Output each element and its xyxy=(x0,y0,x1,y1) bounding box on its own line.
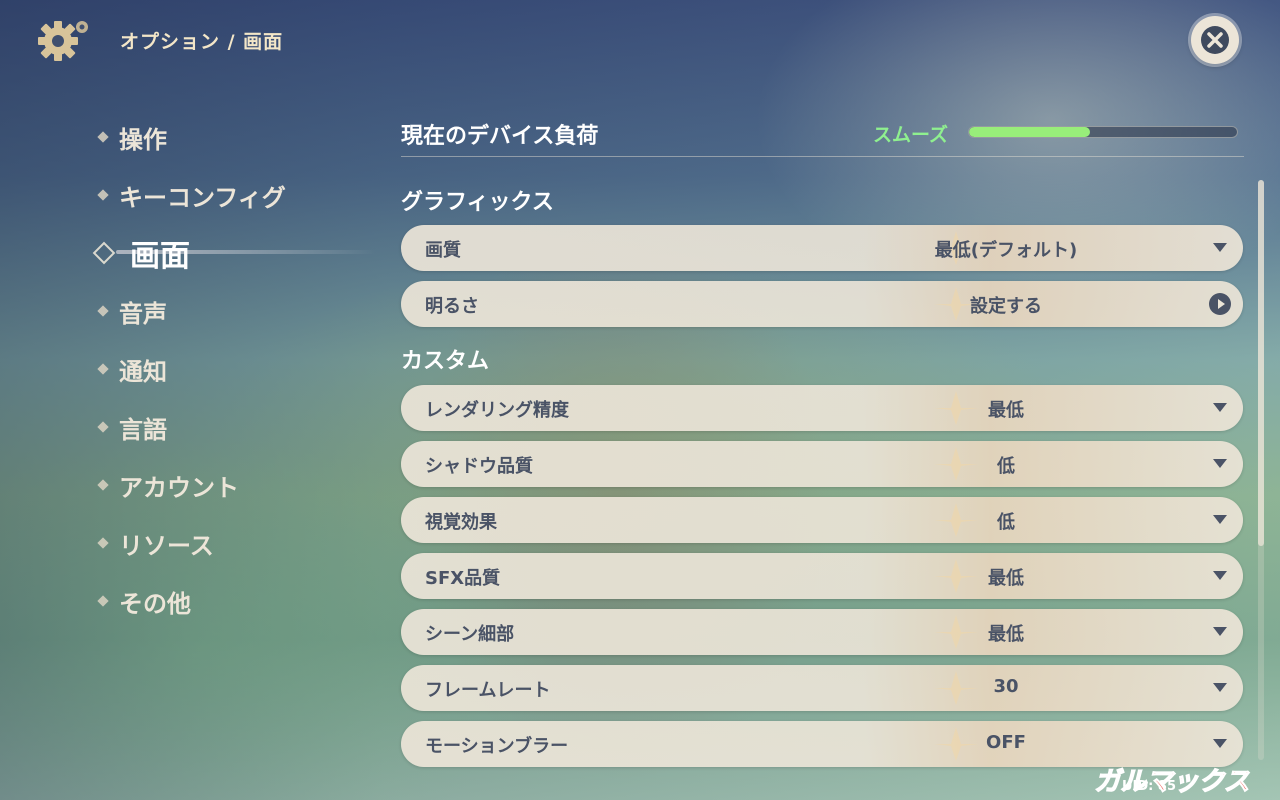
setting-value: 設定する xyxy=(970,296,1042,317)
nav-item-display[interactable]: 画面 xyxy=(92,224,376,282)
nav-item-label: 通知 xyxy=(119,357,167,386)
nav-item-label: その他 xyxy=(119,589,191,618)
setting-label: モーションブラー xyxy=(425,736,569,757)
setting-value: 最低 xyxy=(988,400,1024,421)
setting-value: 最低 xyxy=(988,568,1024,589)
setting-value: 低 xyxy=(997,456,1015,477)
setting-value: 最低(デフォルト) xyxy=(934,240,1078,261)
nav-item-account[interactable]: アカウント xyxy=(96,456,286,514)
scrollbar[interactable] xyxy=(1258,180,1264,760)
setting-label: レンダリング精度 xyxy=(425,400,569,421)
setting-row-motion-blur[interactable]: モーションブラー OFF xyxy=(401,721,1243,767)
chevron-down-icon xyxy=(1213,571,1227,580)
setting-value: 最低 xyxy=(988,624,1024,645)
nav-item-notifications[interactable]: 通知 xyxy=(96,340,286,398)
nav-item-resources[interactable]: リソース xyxy=(96,514,286,572)
chevron-right-circle-icon xyxy=(1209,293,1231,315)
nav-item-language[interactable]: 言語 xyxy=(96,398,286,456)
setting-value: OFF xyxy=(986,732,1026,753)
svg-text:ガルマックス: ガルマックス xyxy=(1094,767,1249,797)
top-bar: オプション / 画面 xyxy=(0,0,1280,80)
device-load-row: 現在のデバイス負荷 スムーズ xyxy=(401,112,1244,157)
setting-label: 視覚効果 xyxy=(425,512,497,533)
device-load-title: 現在のデバイス負荷 xyxy=(401,124,599,149)
close-icon xyxy=(1201,26,1229,54)
device-load-status: スムーズ xyxy=(873,124,949,146)
close-button[interactable] xyxy=(1191,16,1239,64)
device-load-fill xyxy=(969,127,1090,137)
setting-label: 明るさ xyxy=(425,296,479,317)
setting-value: 30 xyxy=(993,676,1019,697)
chevron-down-icon xyxy=(1213,403,1227,412)
nav-item-label: 言語 xyxy=(119,415,167,444)
setting-row-shadow-quality[interactable]: シャドウ品質 低 xyxy=(401,441,1243,487)
diamond-outline-icon xyxy=(92,241,116,265)
section-title-custom: カスタム xyxy=(401,349,490,374)
chevron-down-icon xyxy=(1213,243,1227,252)
nav-item-audio[interactable]: 音声 xyxy=(96,282,286,340)
setting-label: 画質 xyxy=(425,240,461,261)
chevron-down-icon xyxy=(1213,459,1227,468)
breadcrumb: オプション / 画面 xyxy=(120,31,284,53)
section-title-graphics: グラフィックス xyxy=(401,190,554,215)
settings-nav: 操作 キーコンフィグ 画面 音声 通知 言語 アカウント リソース その他 xyxy=(92,108,376,630)
diamond-icon xyxy=(97,537,109,549)
nav-item-label: 音声 xyxy=(119,299,167,328)
nav-item-key-config[interactable]: キーコンフィグ xyxy=(96,166,286,224)
setting-row-sfx-quality[interactable]: SFX品質 最低 xyxy=(401,553,1243,599)
gear-icon xyxy=(38,21,88,61)
nav-item-other[interactable]: その他 xyxy=(96,572,286,630)
setting-value: 低 xyxy=(997,512,1015,533)
chevron-down-icon xyxy=(1213,683,1227,692)
diamond-icon xyxy=(97,479,109,491)
setting-label: シャドウ品質 xyxy=(425,456,533,477)
nav-item-controls[interactable]: 操作 xyxy=(96,108,286,166)
nav-item-label: キーコンフィグ xyxy=(119,183,286,212)
chevron-down-icon xyxy=(1213,627,1227,636)
setting-row-scene-detail[interactable]: シーン細部 最低 xyxy=(401,609,1243,655)
diamond-icon xyxy=(97,189,109,201)
watermark-logo: ガルマックス xyxy=(1094,766,1250,797)
nav-item-label: 操作 xyxy=(119,125,167,154)
diamond-icon xyxy=(97,595,109,607)
setting-row-render-resolution[interactable]: レンダリング精度 最低 xyxy=(401,385,1243,431)
chevron-down-icon xyxy=(1213,515,1227,524)
nav-item-label: 画面 xyxy=(130,239,190,274)
scrollbar-thumb[interactable] xyxy=(1258,180,1264,546)
setting-row-brightness[interactable]: 明るさ 設定する xyxy=(401,281,1243,327)
diamond-icon xyxy=(97,305,109,317)
device-load-bar xyxy=(968,126,1238,138)
setting-row-visual-effects[interactable]: 視覚効果 低 xyxy=(401,497,1243,543)
setting-row-frame-rate[interactable]: フレームレート 30 xyxy=(401,665,1243,711)
setting-row-quality[interactable]: 画質 最低(デフォルト) xyxy=(401,225,1243,271)
setting-label: フレームレート xyxy=(425,680,551,701)
nav-item-label: リソース xyxy=(119,531,214,560)
nav-item-label: アカウント xyxy=(119,473,239,502)
diamond-icon xyxy=(97,131,109,143)
diamond-icon xyxy=(97,421,109,433)
diamond-icon xyxy=(97,363,109,375)
setting-label: シーン細部 xyxy=(425,624,515,645)
chevron-down-icon xyxy=(1213,739,1227,748)
setting-label: SFX品質 xyxy=(425,568,501,589)
